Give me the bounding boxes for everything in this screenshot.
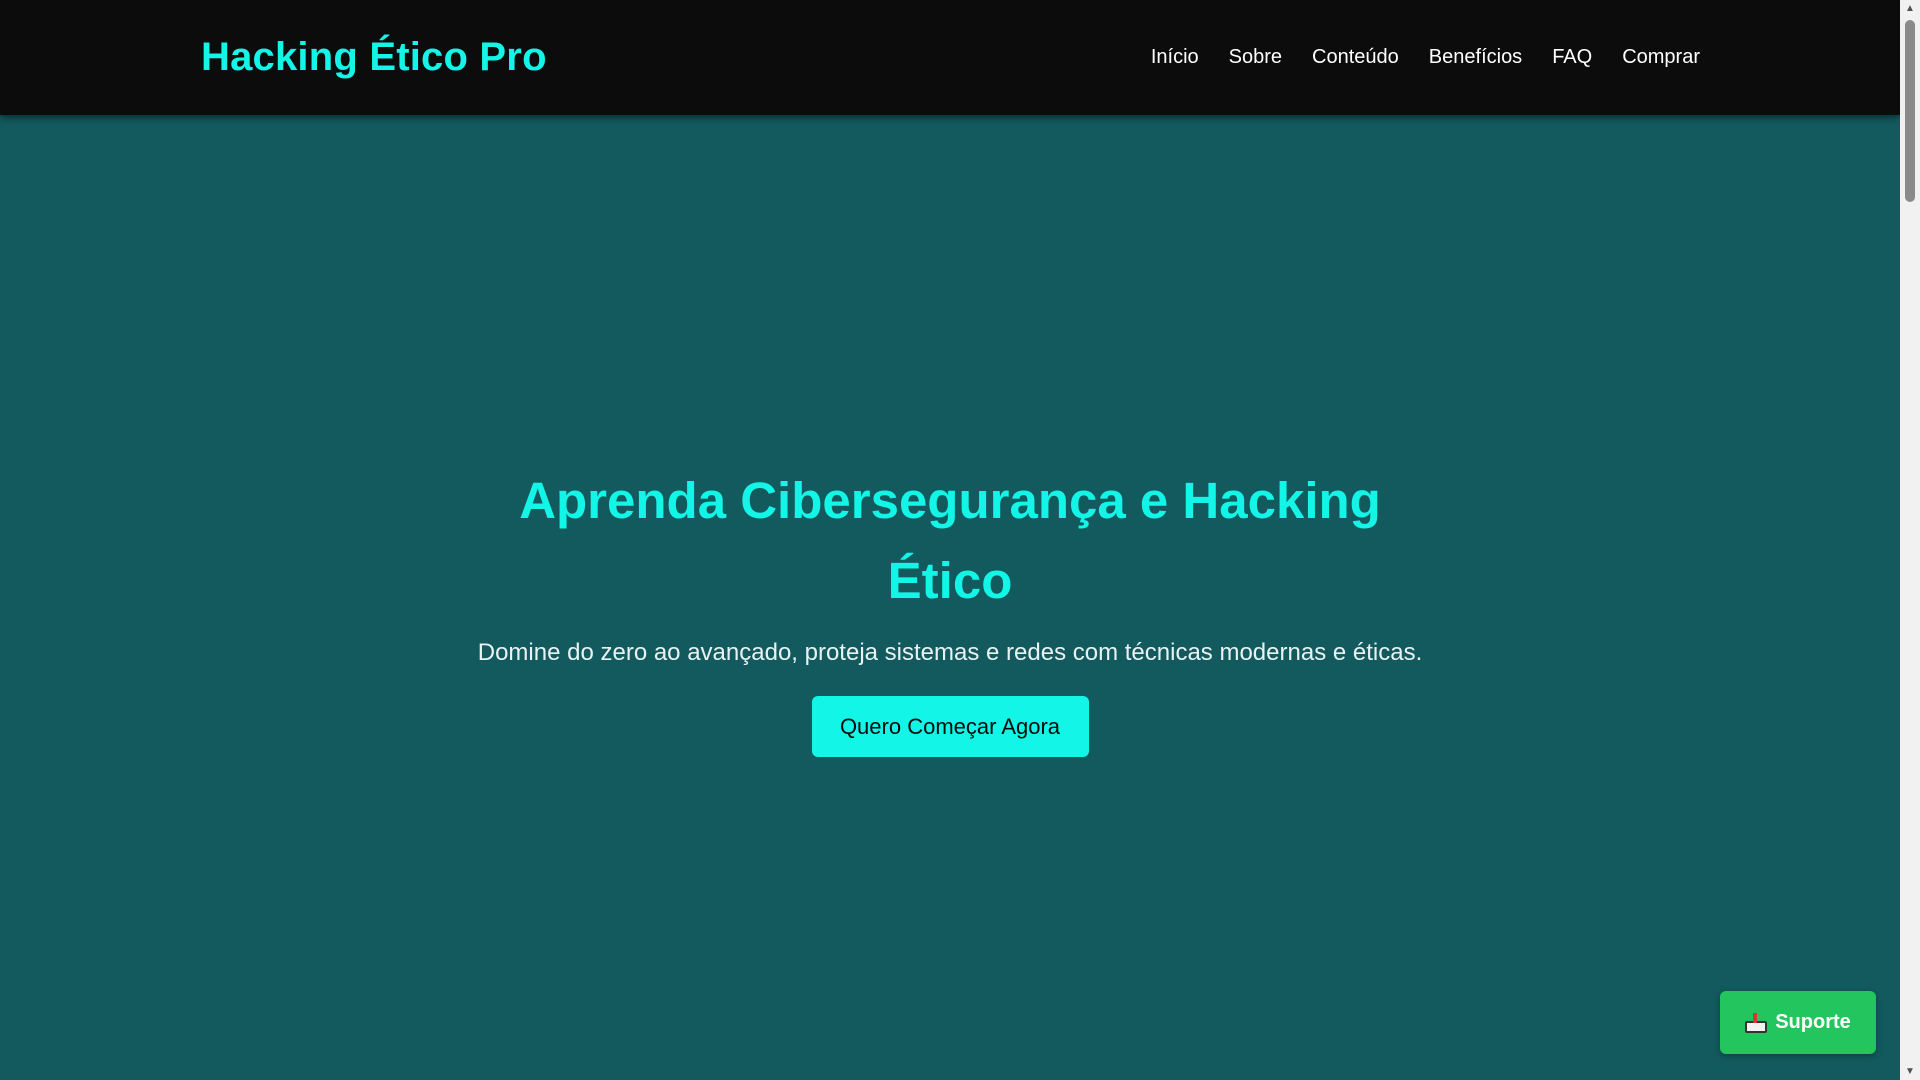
nav-menu: Início Sobre Conteúdo Benefícios FAQ Com… [1151, 46, 1700, 69]
scroll-up-arrow-icon[interactable]: ▲ [1900, 0, 1920, 17]
scrollbar[interactable]: ▲ ▼ [1900, 0, 1920, 1080]
scroll-thumb[interactable] [1905, 20, 1915, 202]
hero-section: Aprenda Cibersegurança e Hacking Ético D… [0, 115, 1900, 1080]
brand-logo[interactable]: Hacking Ético Pro [201, 35, 547, 80]
nav-link-sobre[interactable]: Sobre [1229, 46, 1282, 69]
page: Hacking Ético Pro Início Sobre Conteúdo … [0, 0, 1900, 1080]
nav-link-inicio[interactable]: Início [1151, 46, 1199, 69]
inbox-icon [1745, 1012, 1768, 1033]
scroll-down-arrow-icon[interactable]: ▼ [1900, 1063, 1920, 1080]
hero-title: Aprenda Cibersegurança e Hacking Ético [519, 472, 1381, 609]
nav-link-conteudo[interactable]: Conteúdo [1312, 46, 1399, 69]
support-button[interactable]: Suporte [1720, 991, 1876, 1054]
nav-link-comprar[interactable]: Comprar [1622, 46, 1700, 69]
cta-button[interactable]: Quero Começar Agora [811, 696, 1089, 757]
support-label: Suporte [1775, 1011, 1851, 1033]
hero-subtitle: Domine do zero ao avançado, proteja sist… [477, 639, 1423, 666]
navbar: Hacking Ético Pro Início Sobre Conteúdo … [0, 0, 1900, 115]
nav-link-beneficios[interactable]: Benefícios [1429, 46, 1522, 69]
nav-link-faq[interactable]: FAQ [1552, 46, 1592, 69]
